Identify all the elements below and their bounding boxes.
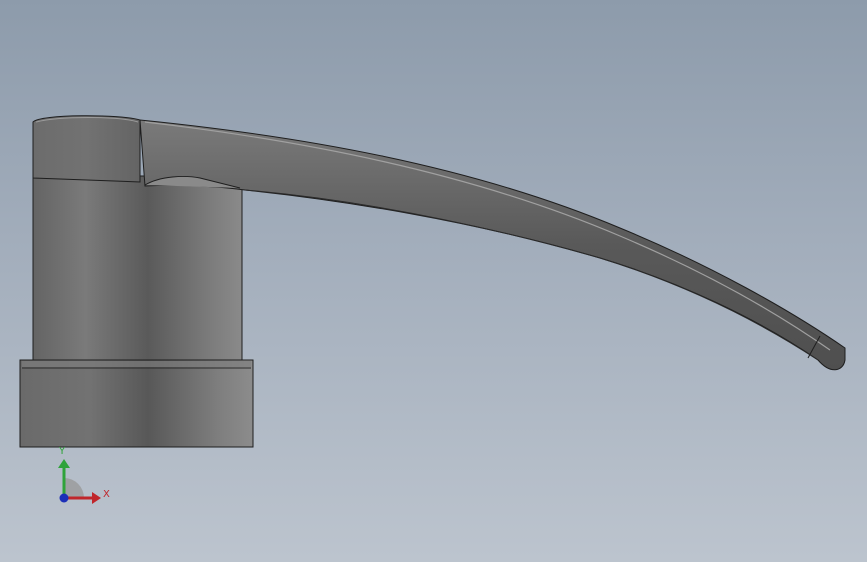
faucet-cap[interactable]: [32, 115, 141, 183]
z-axis-dot-icon: [59, 493, 69, 503]
y-axis-label: Y: [58, 446, 66, 457]
x-axis-arrowhead-icon: [92, 492, 101, 504]
faucet-lever[interactable]: [139, 119, 846, 371]
y-axis-arrowhead-icon: [58, 459, 70, 468]
x-axis-label: X: [103, 489, 110, 500]
faucet-body[interactable]: [32, 175, 243, 363]
model-view[interactable]: Y X: [0, 0, 867, 562]
graphics-viewport[interactable]: Y X: [0, 0, 867, 562]
coordinate-triad[interactable]: Y X: [58, 446, 110, 504]
faucet-base[interactable]: [19, 359, 254, 448]
